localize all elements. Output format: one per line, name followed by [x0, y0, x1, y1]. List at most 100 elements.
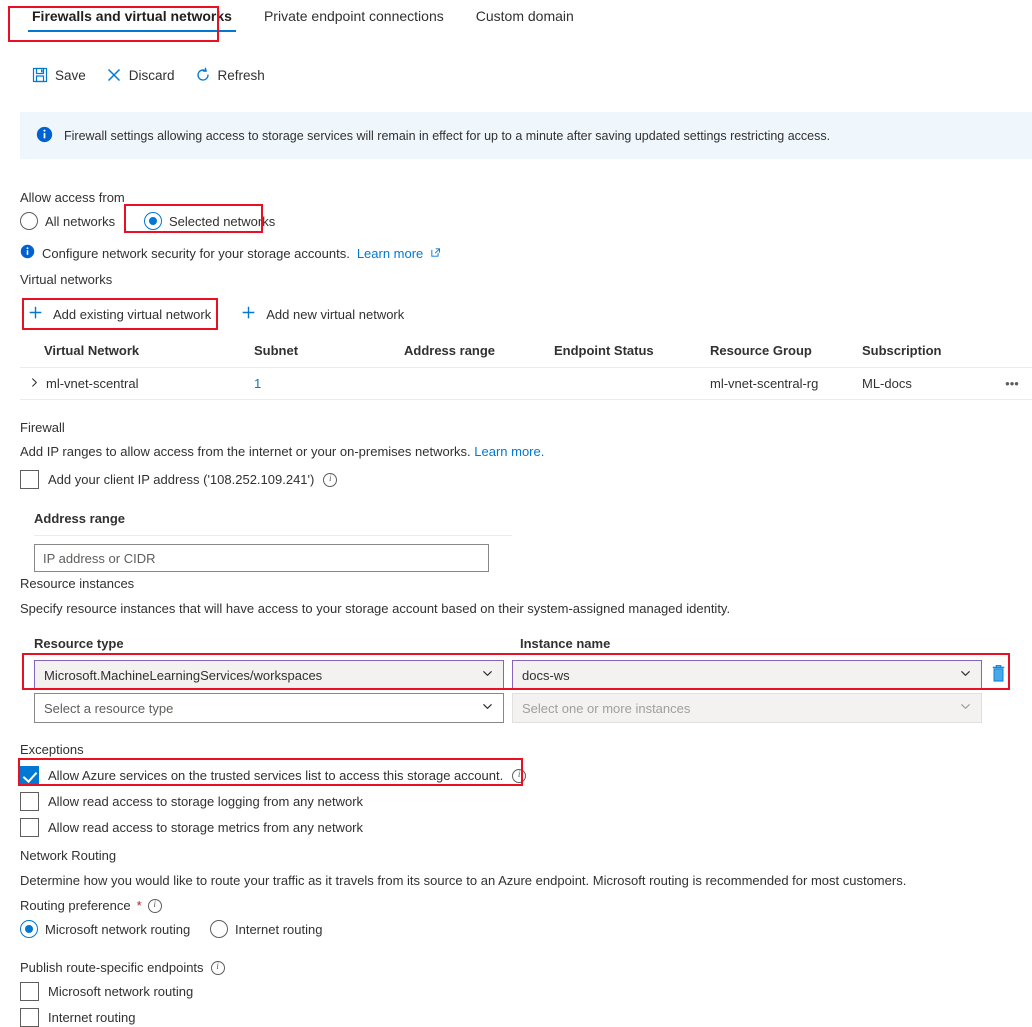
required-marker: *: [136, 898, 142, 913]
instance-name-placeholder: Select one or more instances: [522, 700, 691, 716]
refresh-button[interactable]: Refresh: [187, 63, 273, 87]
radio-indicator: [20, 212, 38, 230]
allow-storage-logging-checkbox[interactable]: [20, 792, 39, 811]
resource-type-select-empty[interactable]: Select a resource type: [34, 693, 504, 723]
radio-microsoft-network-routing[interactable]: Microsoft network routing: [20, 918, 210, 940]
command-bar: Save Discard Refresh: [0, 58, 273, 92]
info-icon[interactable]: i: [147, 898, 162, 913]
resource-instances-title: Resource instances: [20, 576, 135, 591]
routing-preference-label: Routing preference: [20, 898, 131, 913]
allow-access-section: Allow access from All networks Selected …: [20, 190, 441, 262]
save-button[interactable]: Save: [24, 63, 94, 87]
radio-label: All networks: [45, 213, 116, 229]
exception-row-storage-metrics: Allow read access to storage metrics fro…: [20, 816, 640, 839]
address-range-label: Address range: [34, 511, 126, 526]
tab-custom-domain[interactable]: Custom domain: [460, 0, 590, 34]
discard-button[interactable]: Discard: [98, 63, 183, 87]
exceptions-section: Exceptions Allow Azure services on the t…: [20, 742, 640, 839]
network-routing-description: Determine how you would like to route yo…: [20, 873, 907, 888]
subnet-cell: 1: [254, 376, 262, 391]
network-security-note: Configure network security for your stor…: [20, 244, 441, 262]
info-icon[interactable]: i: [323, 472, 338, 487]
publish-microsoft-network-routing-checkbox[interactable]: [20, 982, 39, 1001]
resource-instances-section: Resource instances Specify resource inst…: [20, 576, 1032, 723]
firewall-section: Firewall Add IP ranges to allow access f…: [20, 420, 640, 572]
instance-name-value: docs-ws: [522, 667, 570, 683]
column-header-resource-type: Resource type: [34, 636, 124, 651]
allow-storage-metrics-checkbox[interactable]: [20, 818, 39, 837]
divider: [34, 535, 512, 536]
publish-internet-routing-checkbox[interactable]: [20, 1008, 39, 1027]
instance-name-select[interactable]: docs-ws: [512, 660, 982, 690]
resource-type-select[interactable]: Microsoft.MachineLearningServices/worksp…: [34, 660, 504, 690]
allow-trusted-services-checkbox[interactable]: [20, 766, 39, 785]
radio-all-networks[interactable]: All networks: [20, 210, 126, 232]
virtual-networks-table-header: Virtual Network Subnet Address range End…: [20, 343, 1032, 368]
info-icon[interactable]: i: [210, 960, 225, 975]
table-row[interactable]: ml-vnet-scentral 1 ml-vnet-scentral-rg M…: [20, 368, 1032, 400]
firewall-title: Firewall: [20, 420, 65, 435]
publish-option-label: Microsoft network routing: [48, 984, 194, 999]
exception-label: Allow read access to storage logging fro…: [48, 794, 364, 809]
publish-endpoints-label: Publish route-specific endpoints: [20, 960, 204, 975]
resource-instance-row: Select a resource type Select one or mor…: [20, 693, 1032, 723]
info-banner: Firewall settings allowing access to sto…: [20, 112, 1032, 159]
exceptions-title: Exceptions: [20, 742, 84, 757]
column-header-virtual-network: Virtual Network: [44, 343, 140, 358]
add-client-ip-checkbox[interactable]: [20, 470, 39, 489]
tab-firewalls-and-virtual-networks[interactable]: Firewalls and virtual networks: [16, 0, 248, 34]
tab-bar: Firewalls and virtual networks Private e…: [0, 0, 1032, 48]
chevron-down-icon: [481, 700, 494, 716]
info-banner-text: Firewall settings allowing access to sto…: [64, 128, 831, 143]
tab-private-endpoint-connections[interactable]: Private endpoint connections: [248, 0, 460, 34]
action-label: Add new virtual network: [266, 306, 405, 322]
publish-microsoft-routing-row: Microsoft network routing: [20, 980, 980, 1003]
allow-access-label: Allow access from: [20, 190, 125, 205]
tab-label: Firewalls and virtual networks: [32, 8, 232, 24]
chevron-right-icon[interactable]: [29, 376, 40, 391]
firewall-description-text: Add IP ranges to allow access from the i…: [20, 444, 471, 459]
radio-indicator: [210, 920, 228, 938]
refresh-label: Refresh: [217, 67, 265, 83]
network-routing-title: Network Routing: [20, 848, 117, 863]
info-filled-icon: [36, 126, 53, 146]
exception-label: Allow Azure services on the trusted serv…: [48, 768, 504, 783]
resource-instance-row: Microsoft.MachineLearningServices/worksp…: [20, 660, 1032, 690]
radio-selected-networks[interactable]: Selected networks: [126, 210, 275, 232]
learn-more-link[interactable]: Learn more: [357, 246, 423, 261]
save-icon: [32, 67, 48, 83]
tab-label: Custom domain: [475, 8, 574, 24]
row-context-menu-button[interactable]: •••: [992, 376, 1032, 391]
info-filled-icon: [20, 244, 35, 262]
info-icon[interactable]: i: [512, 768, 527, 783]
add-existing-virtual-network-button[interactable]: Add existing virtual network: [20, 301, 221, 327]
exception-row-trusted-services: Allow Azure services on the trusted serv…: [20, 764, 640, 787]
add-client-ip-row: Add your client IP address ('108.252.109…: [20, 468, 640, 491]
allow-access-radio-group: All networks Selected networks: [20, 210, 441, 232]
add-new-virtual-network-button[interactable]: Add new virtual network: [235, 301, 410, 327]
column-header-endpoint-status: Endpoint Status: [554, 343, 654, 358]
radio-internet-routing[interactable]: Internet routing: [210, 918, 322, 940]
virtual-networks-actions: Add existing virtual network Add new vir…: [20, 301, 1032, 327]
action-label: Add existing virtual network: [53, 306, 212, 322]
virtual-networks-section: Virtual networks Add existing virtual ne…: [20, 272, 1032, 400]
save-label: Save: [55, 67, 86, 83]
column-header-resource-group: Resource Group: [710, 343, 812, 358]
firewall-learn-more-link[interactable]: Learn more.: [474, 444, 544, 459]
chevron-down-icon: [959, 700, 972, 716]
plus-icon: [241, 305, 256, 323]
column-header-address-range: Address range: [404, 343, 496, 358]
routing-preference-radio-group: Microsoft network routing Internet routi…: [20, 918, 980, 940]
publish-option-label: Internet routing: [48, 1010, 136, 1025]
address-range-block: Address range: [20, 511, 512, 572]
address-range-input[interactable]: [34, 544, 489, 572]
publish-internet-routing-row: Internet routing: [20, 1006, 980, 1027]
column-header-instance-name: Instance name: [520, 636, 611, 651]
chevron-down-icon: [959, 667, 972, 683]
network-routing-section: Network Routing Determine how you would …: [20, 848, 980, 1027]
trash-icon[interactable]: [990, 664, 1007, 686]
publish-endpoints-label-row: Publish route-specific endpoints i: [20, 960, 980, 975]
radio-indicator: [144, 212, 162, 230]
discard-label: Discard: [128, 67, 175, 83]
resource-instances-description: Specify resource instances that will hav…: [20, 601, 731, 616]
